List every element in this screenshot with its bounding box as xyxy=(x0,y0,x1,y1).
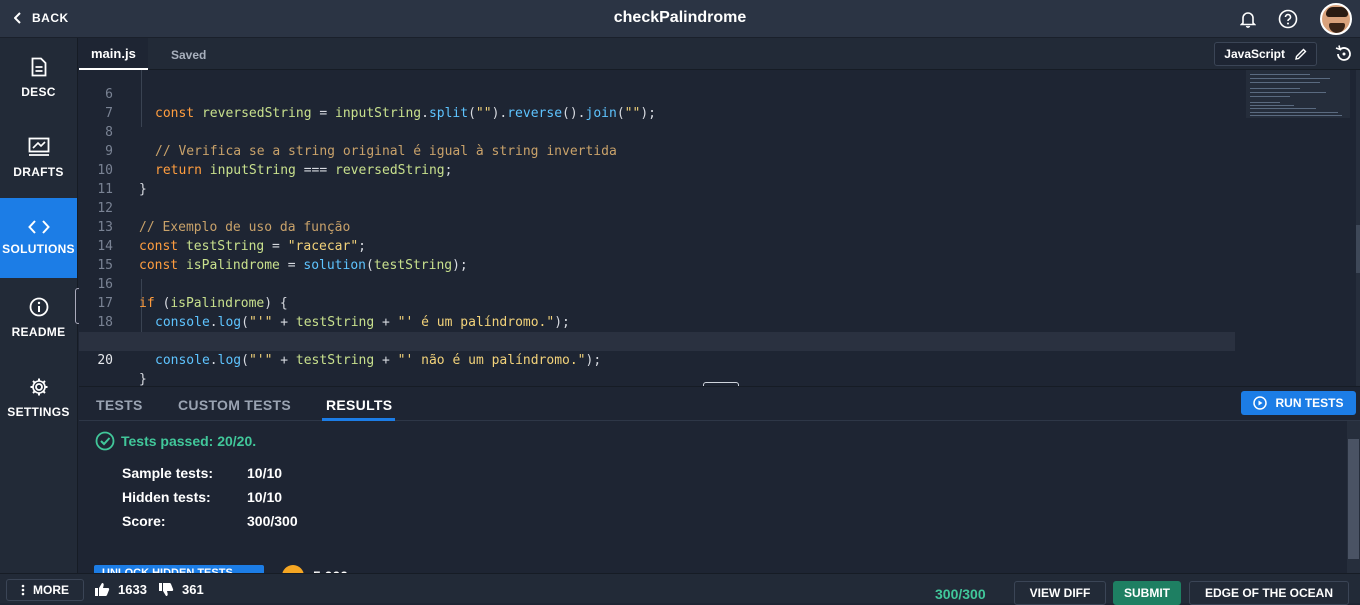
document-icon xyxy=(31,57,46,77)
submit-button[interactable]: SUBMIT xyxy=(1113,581,1181,605)
code-line: 10 } xyxy=(79,142,1235,197)
hidden-tests-label: Hidden tests: xyxy=(122,489,211,505)
reset-icon[interactable] xyxy=(1334,44,1354,64)
downvote-count: 361 xyxy=(182,582,204,597)
drafts-icon xyxy=(28,137,49,156)
code-line: 7 xyxy=(79,85,1235,121)
run-tests-button[interactable]: RUN TESTS xyxy=(1241,391,1356,415)
pencil-icon xyxy=(1295,48,1307,60)
info-icon xyxy=(29,297,48,317)
sidebar-item-readme[interactable]: README xyxy=(0,278,77,358)
code-line: 19 console.log("'" + testString + "' não… xyxy=(79,313,1235,368)
gear-icon xyxy=(30,378,47,396)
upvote-count: 1633 xyxy=(118,582,147,597)
sidebar-item-solutions[interactable]: SOLUTIONS xyxy=(0,198,77,278)
sidebar-item-settings[interactable]: SETTINGS xyxy=(0,358,77,438)
panel-scrollbar[interactable] xyxy=(1347,421,1360,574)
more-label: MORE xyxy=(33,583,69,597)
sample-tests-value: 10/10 xyxy=(247,465,283,481)
page-title: checkPalindrome xyxy=(613,9,747,26)
sidebar-item-label: README xyxy=(11,325,66,339)
thumbs-down-icon xyxy=(159,583,174,596)
avatar[interactable] xyxy=(1320,3,1352,35)
code-line: 15 xyxy=(79,237,1235,273)
code-line: 12 // Exemplo de uso da função xyxy=(79,180,1235,235)
run-tests-label: RUN TESTS xyxy=(1275,396,1344,410)
tab-results[interactable]: RESULTS xyxy=(326,397,392,413)
save-status: Saved xyxy=(171,48,207,62)
code-icon xyxy=(27,220,50,234)
code-text: console.log("'" + testString + "' não é … xyxy=(155,353,602,368)
check-circle-icon xyxy=(95,431,115,451)
sidebar-item-label: SETTINGS xyxy=(7,405,70,419)
bottom-bar: MORE 1633 361 300/300 VIEW DIFF SUBMIT E… xyxy=(0,573,1360,605)
code-editor: main.js Saved JavaScript 6 const reverse… xyxy=(79,38,1360,387)
results-panel: TESTS CUSTOM TESTS RESULTS RUN TESTS Tes… xyxy=(79,386,1360,587)
view-diff-button[interactable]: VIEW DIFF xyxy=(1014,581,1106,605)
code-line: 8 // Verifica se a string original é igu… xyxy=(79,104,1235,159)
sidebar-item-label: DESC xyxy=(21,85,56,99)
play-icon xyxy=(1253,396,1268,410)
language-selector[interactable]: JavaScript xyxy=(1214,42,1317,66)
sample-tests-label: Sample tests: xyxy=(122,465,214,481)
help-icon[interactable] xyxy=(1278,9,1298,29)
score-value: 300/300 xyxy=(247,513,298,529)
code-line-current: 20 } xyxy=(79,332,1235,387)
tab-tests[interactable]: TESTS xyxy=(96,397,143,413)
upvote-button[interactable]: 1633 xyxy=(94,582,147,597)
sidebar-item-drafts[interactable]: DRAFTS xyxy=(0,118,77,198)
thumbs-up-icon xyxy=(95,583,110,596)
next-task-button[interactable]: EDGE OF THE OCEAN xyxy=(1189,581,1349,605)
code-line: 17 console.log("'" + testString + "' é u… xyxy=(79,275,1235,330)
score-summary: 300/300 xyxy=(935,586,986,602)
code-minimap[interactable] xyxy=(1246,70,1350,118)
bell-icon[interactable] xyxy=(1240,10,1256,28)
code-content[interactable]: 6 const reversedString = inputString.spl… xyxy=(79,70,1239,387)
code-line: 16 if (isPalindrome) { xyxy=(79,256,1235,311)
tab-custom-tests[interactable]: CUSTOM TESTS xyxy=(178,397,291,413)
sidebar-item-label: SOLUTIONS xyxy=(2,242,75,256)
code-line: 11 xyxy=(79,161,1235,197)
hidden-tests-value: 10/10 xyxy=(247,489,283,505)
tests-passed-text: Tests passed: 20/20. xyxy=(121,433,257,449)
code-line: 9 return inputString === reversedString; xyxy=(79,123,1235,178)
code-line: 14 const isPalindrome = solution(testStr… xyxy=(79,218,1235,273)
language-label: JavaScript xyxy=(1224,47,1285,61)
code-line: 6 const reversedString = inputString.spl… xyxy=(79,66,1235,121)
top-bar: BACK checkPalindrome xyxy=(0,0,1360,38)
sidebar-item-label: DRAFTS xyxy=(13,165,64,179)
sidebar: DESC DRAFTS SOLUTIONS README SETTINGS xyxy=(0,38,78,573)
active-tab-indicator xyxy=(322,418,395,421)
line-number: 20 xyxy=(97,353,113,368)
downvote-button[interactable]: 361 xyxy=(158,582,204,597)
more-vertical-icon xyxy=(21,584,25,596)
editor-scrollbar[interactable] xyxy=(1356,70,1360,386)
code-line: 13 const testString = "racecar"; xyxy=(79,199,1235,254)
score-label: Score: xyxy=(122,513,166,529)
tests-passed-status: Tests passed: 20/20. xyxy=(95,431,256,451)
more-button[interactable]: MORE xyxy=(6,579,84,601)
panel-tabs: TESTS CUSTOM TESTS RESULTS RUN TESTS xyxy=(79,387,1360,421)
sidebar-item-desc[interactable]: DESC xyxy=(0,38,77,118)
code-line: 18 } else { xyxy=(79,294,1235,349)
